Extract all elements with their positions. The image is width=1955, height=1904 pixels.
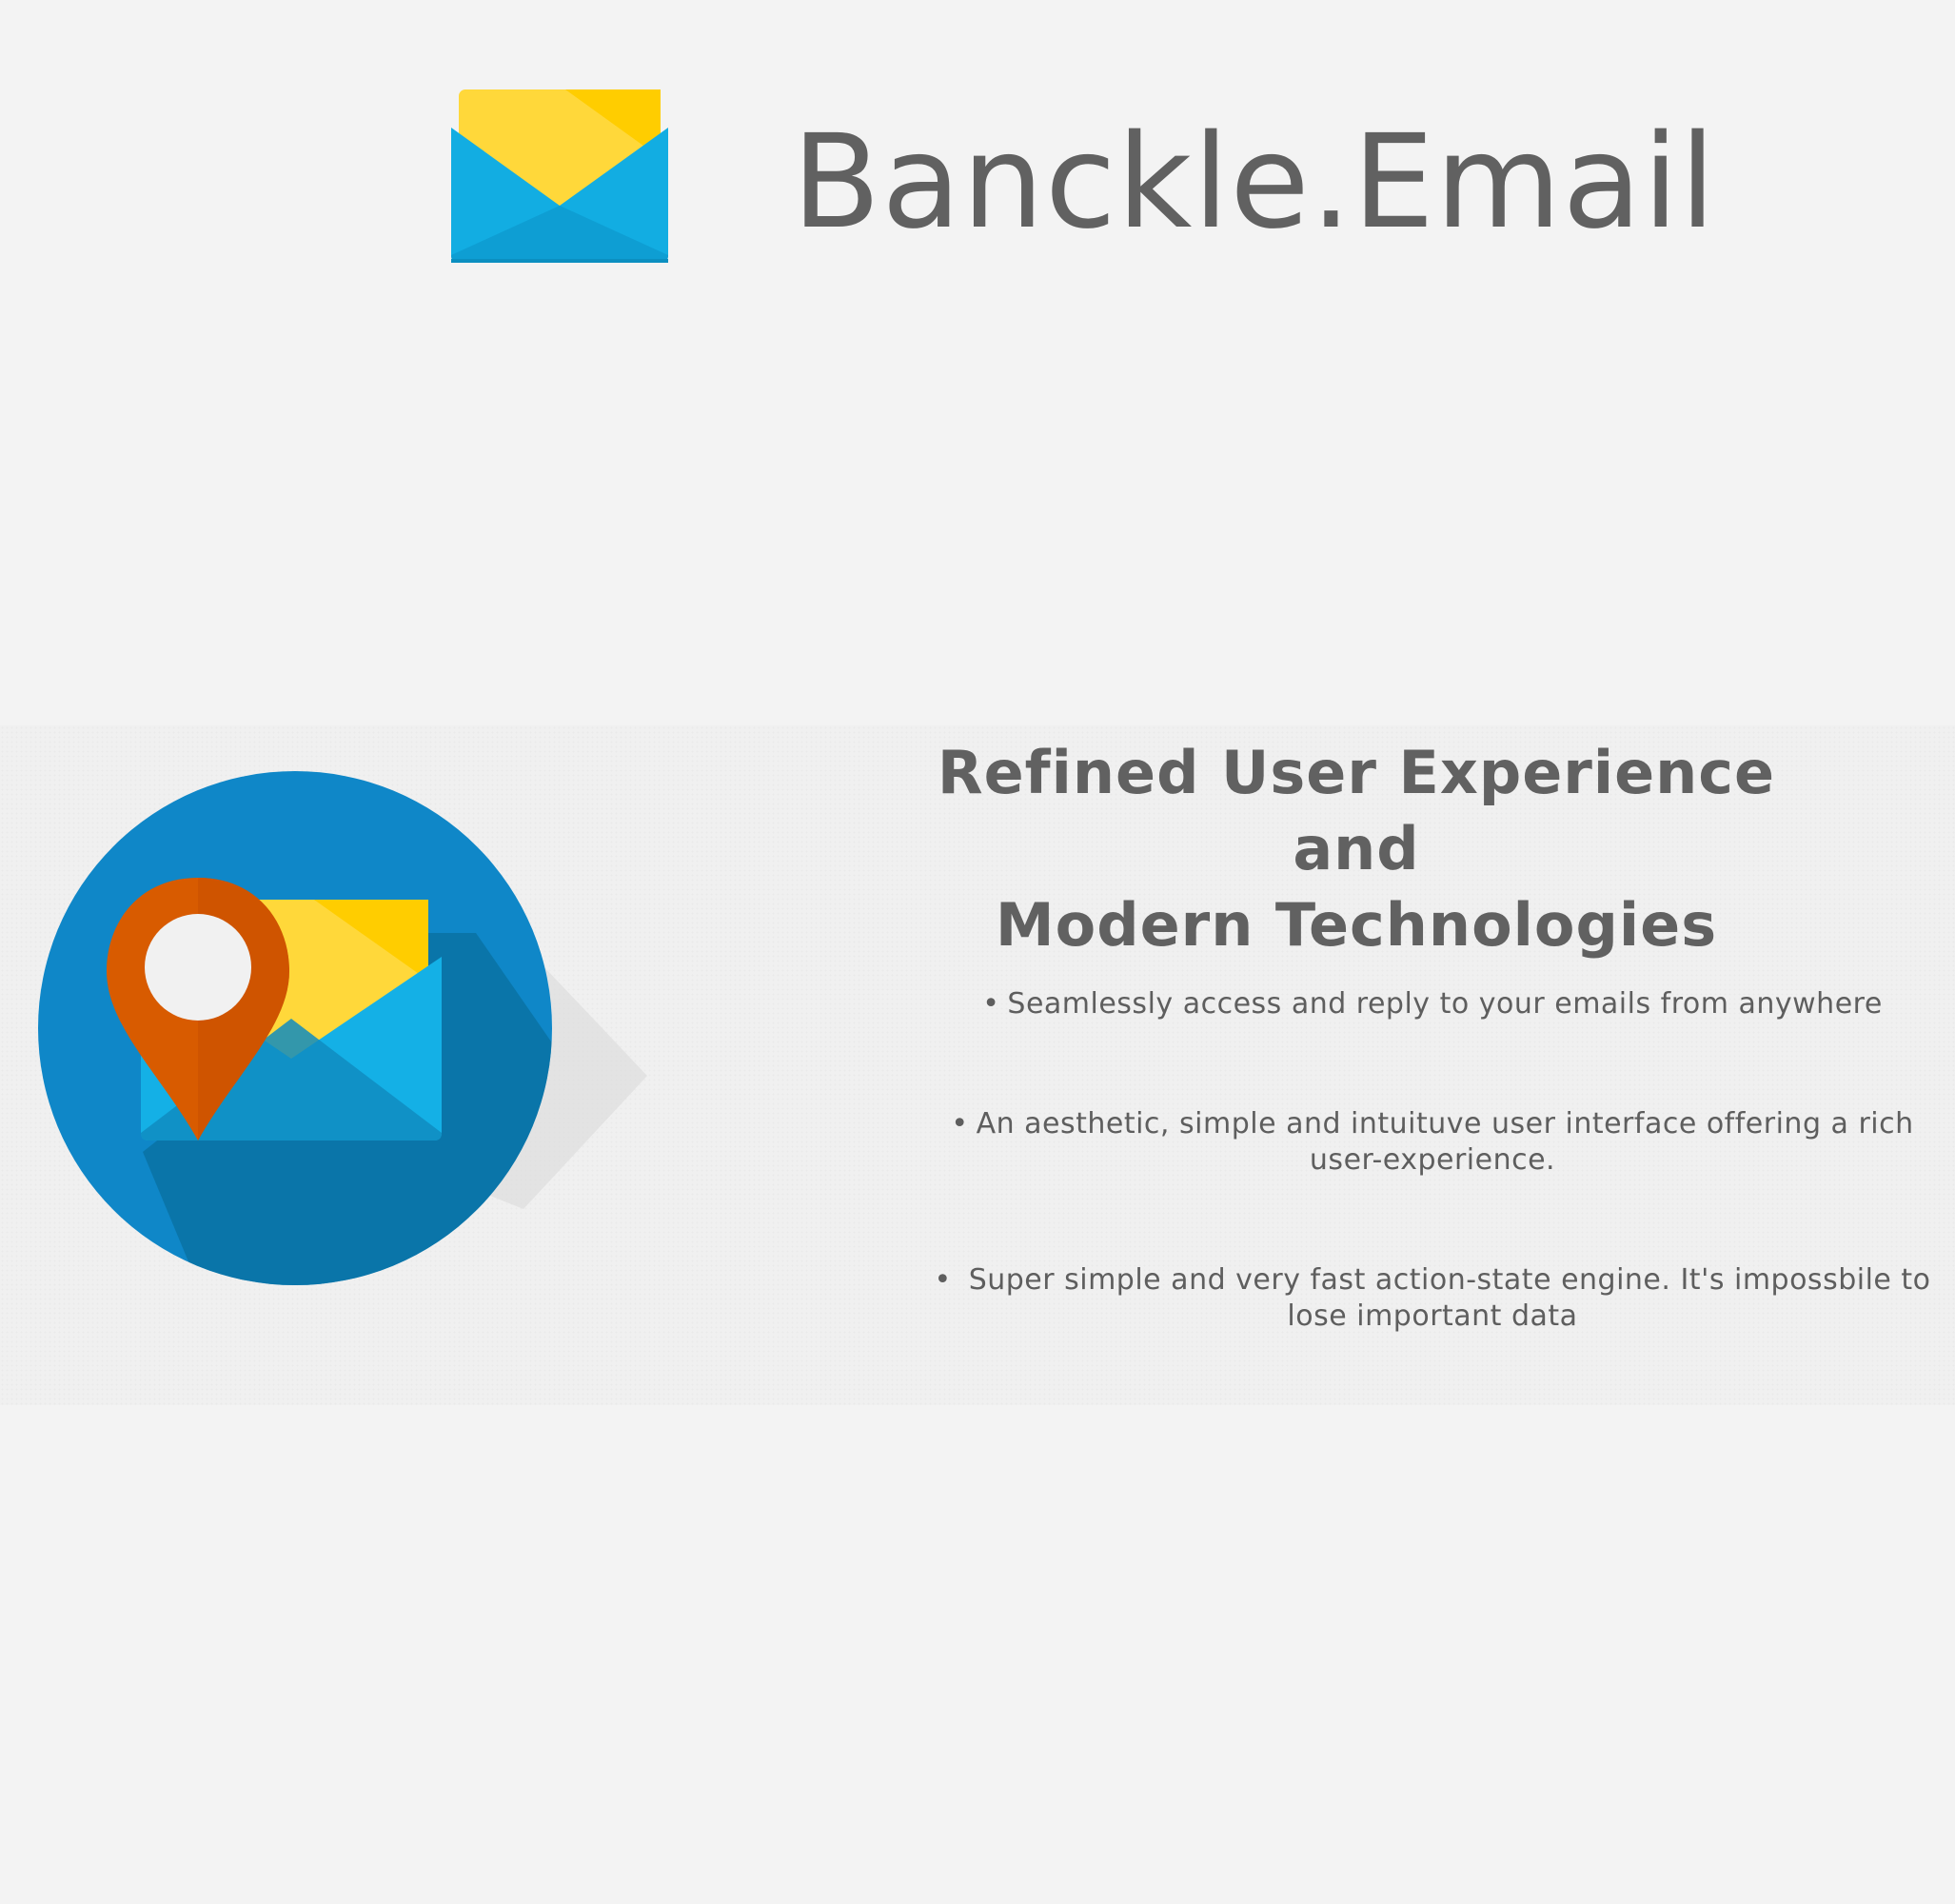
feature-heading: Refined User Experience and Modern Techn… [914,735,1799,963]
bullet: • [934,1263,952,1297]
location-mail-icon [38,771,647,1285]
feature-text: An aesthetic, simple and intuituve user … [976,1107,1914,1177]
page-header: Banckle.Email [0,0,1955,314]
app-title: Banckle.Email [792,108,1717,258]
list-item: • Super simple and very fast action-stat… [928,1262,1937,1335]
list-item: • An aesthetic, simple and intuituve user… [928,1106,1937,1179]
feature-text: Super simple and very fast action-state … [958,1263,1931,1333]
feature-text: Seamlessly access and reply to your emai… [1007,987,1883,1021]
list-item: • Seamlessly access and reply to your ema… [928,986,1937,1022]
envelope-icon [451,89,668,263]
bullet: • [951,1107,969,1140]
bullet: • [982,987,1000,1021]
feature-heading-line-1: Refined User Experience and [937,737,1776,883]
feature-heading-line-2: Modern Technologies [995,889,1718,960]
